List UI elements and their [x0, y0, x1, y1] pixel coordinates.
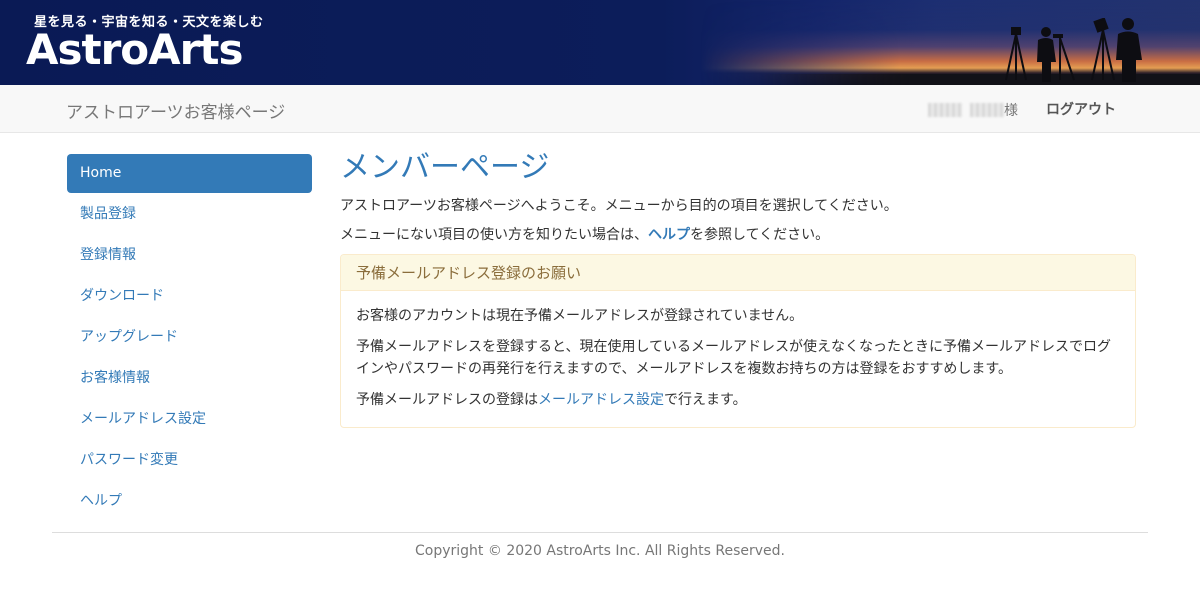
intro-text-welcome: アストロアーツお客様ページへようこそ。メニューから目的の項目を選択してください。 — [340, 198, 898, 214]
email-settings-link[interactable]: メールアドレス設定 — [538, 392, 664, 408]
backup-email-notice-panel: 予備メールアドレス登録のお願い お客様のアカウントは現在予備メールアドレスが登録… — [340, 254, 1136, 428]
sidebar-item-upgrade[interactable]: アップグレード — [67, 318, 312, 357]
site-banner: 星を見る・宇宙を知る・天文を楽しむ AstroArts — [0, 0, 1200, 85]
redacted-name-last — [970, 103, 1004, 117]
sidebar-item-customer-info[interactable]: お客様情報 — [67, 359, 312, 398]
user-honorific: 様 — [1004, 103, 1018, 119]
sidebar-item-registration-info[interactable]: 登録情報 — [67, 236, 312, 275]
instruction-suffix: で行えます。 — [664, 392, 747, 408]
sidebar-item-help[interactable]: ヘルプ — [67, 482, 312, 521]
sidebar-item-password-change[interactable]: パスワード変更 — [67, 441, 312, 480]
sidebar-item-home[interactable]: Home — [67, 154, 312, 193]
top-navbar: アストロアーツお客様ページ 様 ログアウト — [0, 85, 1200, 133]
redacted-name-first — [928, 103, 962, 117]
footer-copyright: Copyright © 2020 AstroArts Inc. All Righ… — [415, 543, 785, 559]
main-content: メンバーページ アストロアーツお客様ページへようこそ。メニューから目的の項目を選… — [340, 148, 1136, 428]
panel-paragraph-instruction: 予備メールアドレスの登録はメールアドレス設定で行えます。 — [356, 389, 1120, 411]
stargazers-silhouette-icon — [1005, 18, 1142, 82]
intro-text-help: メニューにない項目の使い方を知りたい場合は、ヘルプを参照してください。 — [340, 225, 1136, 245]
sidebar-nav: Home 製品登録 登録情報 ダウンロード アップグレード お客様情報 メールア… — [67, 154, 312, 523]
navbar-brand[interactable]: アストロアーツお客様ページ — [66, 98, 285, 123]
footer-divider — [52, 532, 1148, 533]
sidebar-item-download[interactable]: ダウンロード — [67, 277, 312, 316]
help-link[interactable]: ヘルプ — [648, 227, 690, 243]
intro-help-suffix: を参照してください。 — [690, 227, 830, 243]
logout-button[interactable]: ログアウト — [1046, 99, 1116, 119]
panel-body: お客様のアカウントは現在予備メールアドレスが登録されていません。 予備メールアド… — [341, 291, 1135, 427]
instruction-prefix: 予備メールアドレスの登録は — [356, 392, 538, 408]
page-title: メンバーページ — [340, 150, 550, 185]
panel-heading: 予備メールアドレス登録のお願い — [341, 255, 1135, 291]
panel-paragraph-status: お客様のアカウントは現在予備メールアドレスが登録されていません。 — [356, 308, 804, 324]
user-name: 様 — [928, 100, 1018, 120]
sidebar-item-email-settings[interactable]: メールアドレス設定 — [67, 400, 312, 439]
sidebar-item-product-registration[interactable]: 製品登録 — [67, 195, 312, 234]
astroarts-logo[interactable]: AstroArts — [26, 28, 243, 72]
panel-paragraph-explanation: 予備メールアドレスを登録すると、現在使用しているメールアドレスが使えなくなったと… — [356, 339, 1112, 377]
intro-help-prefix: メニューにない項目の使い方を知りたい場合は、 — [340, 227, 648, 243]
